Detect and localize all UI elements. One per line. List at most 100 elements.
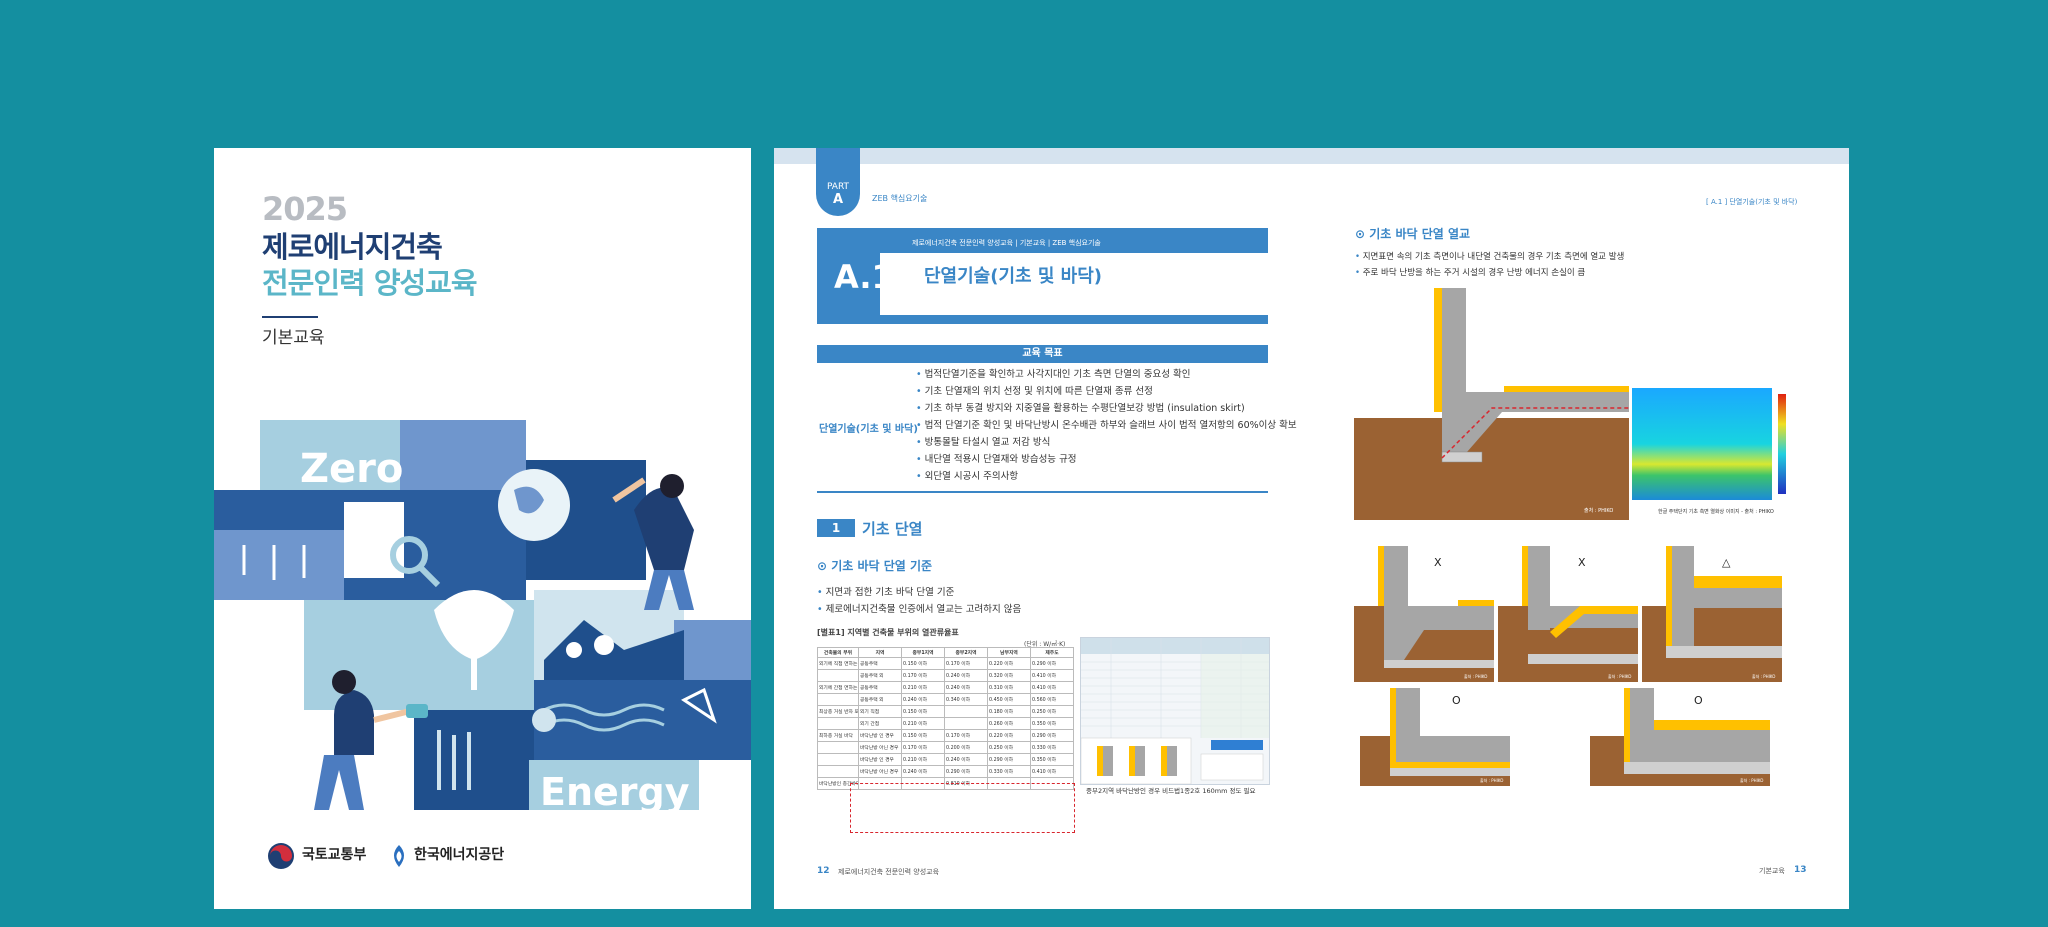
table-cell: 0.350 이하 (1030, 717, 1074, 730)
goal-item: 내단열 적용시 단열재와 방습성능 규정 (916, 451, 1297, 468)
right-section-title: ⊙ 기초 바닥 단열 열교 (1355, 225, 1470, 242)
table-cell: 0.260 이하 (987, 717, 1031, 730)
goal-item: 법적단열기준을 확인하고 사각지대인 기초 측면 단열의 중요성 확인 (916, 366, 1297, 383)
table-row: 바닥난방 인 경우 0.210 이하 0.240 이하 0.290 이하 0.350 이… (817, 753, 1074, 766)
table-cell: 0.450 이하 (987, 693, 1031, 706)
goal-item: 방통몰탈 타설시 열교 저감 방식 (916, 434, 1297, 451)
detail-caption: 출처 : PHIKO (1752, 673, 1775, 679)
rating-2: X (1578, 556, 1586, 569)
table-header-cell: 지역 (858, 647, 902, 658)
cover-subtitle: 기본교육 (262, 328, 325, 348)
table-header-cell: 남부지역 (987, 647, 1031, 658)
table-cell: 바닥난방 인 경우 (858, 729, 902, 742)
table-body: 외기에 직접 면하는 경우공동주택0.150 이하0.170 이하0.220 이… (817, 657, 1074, 790)
table-cell: 바닥난방 인 경우 (858, 753, 902, 766)
table-cell (944, 717, 988, 730)
table-row: 최상층 거실 반자 또는 지붕외기 직접0.150 이하 0.180 이하0.25… (817, 705, 1074, 718)
table-header-cell: 제주도 (1030, 647, 1074, 658)
cover-rule (262, 316, 318, 318)
table-cell: 0.210 이하 (901, 681, 945, 694)
table-cell: 0.330 이하 (987, 765, 1031, 778)
table-cell: 바닥난방 아닌 경우 (858, 741, 902, 754)
table-cell: 0.150 이하 (901, 729, 945, 742)
calculation-sheet (1080, 638, 1269, 785)
table-header-cell: 건축물의 부위 (817, 647, 859, 658)
table-cell: 외기 간접 (858, 717, 902, 730)
table-cell: 0.290 이하 (1030, 657, 1074, 670)
rating-5: O (1694, 694, 1703, 707)
table-row: 최하층 거실 바닥 바닥난방 인 경우 0.150 이하 0.170 이하 0.220 … (817, 729, 1074, 742)
subsection-title-text: 기초 바닥 단열 기준 (831, 559, 933, 573)
rating-4: O (1452, 694, 1461, 707)
detail-caption: 출처 : PHIKO (1480, 777, 1503, 783)
table-cell: 0.210 이하 (901, 717, 945, 730)
detail-caption: 출처 : PHIKO (1464, 673, 1487, 679)
table-cell: 0.240 이하 (901, 693, 945, 706)
table-cell: 공동주택 (858, 681, 902, 694)
kea-logo-icon (394, 845, 404, 867)
goal-divider (817, 491, 1268, 493)
insulation-detail-figures: X 출처 : PHIKO X 출처 : PHIKO △ 출처 : PHIKO O… (1354, 546, 1782, 786)
fig1-caption: 출처 : PHIKO (1584, 507, 1613, 514)
table-cell (817, 717, 859, 730)
cover-page: 2025 제로에너지건축 전문인력 양성교육 기본교육 Zero Energy (214, 148, 751, 909)
table-cell: 0.250 이하 (987, 741, 1031, 754)
right-footer-text: 기본교육 (1759, 867, 1785, 875)
table-header-row: 건축물의 부위 지역 중부1지역 중부2지역 남부지역 제주도 (817, 647, 1074, 658)
target-icon: ⊙ (817, 559, 832, 573)
table-cell (817, 753, 859, 766)
table-cell: 외기에 간접 면하는 경우 (817, 681, 859, 694)
table-cell (817, 741, 859, 754)
chapter-title: 단열기술(기초 및 바닥) (924, 266, 1103, 287)
right-bullets: 지면표면 속의 기초 측면이나 내단열 건축물의 경우 기초 측면에 열교 발생… (1355, 249, 1625, 281)
calculation-screenshot (1080, 637, 1270, 785)
section-number: 1 (817, 519, 855, 537)
table-cell: 최상층 거실 반자 또는 지붕 (817, 705, 859, 718)
goal-header: 교육 목표 (817, 345, 1268, 363)
org-kea: 한국에너지공단 (414, 847, 505, 863)
thermal-image (1632, 388, 1786, 500)
goal-list: 법적단열기준을 확인하고 사각지대인 기초 측면 단열의 중요성 확인 기초 단… (916, 366, 1297, 485)
goal-item: 기초 단열재의 위치 선정 및 위치에 따른 단열재 종류 선정 (916, 383, 1297, 400)
table-cell: 0.170 이하 (901, 741, 945, 754)
table-cell: 0.210 이하 (901, 753, 945, 766)
table-cell: 0.290 이하 (944, 765, 988, 778)
table-row: 공동주택 외 0.240 이하 0.340 이하 0.450 이하 0.560 이하 (817, 693, 1074, 706)
table-cell (944, 705, 988, 718)
table-cell: 바닥난방 아닌 경우 (858, 765, 902, 778)
goal-item: 기초 하부 동결 방지와 지중열을 활용하는 수평단열보강 방법 (insula… (916, 400, 1297, 417)
cover-illustration: Zero Energy (214, 420, 751, 810)
table-cell: 0.290 이하 (987, 753, 1031, 766)
table-row: 외기에 직접 면하는 경우공동주택0.150 이하0.170 이하0.220 이… (817, 657, 1074, 670)
table-caption: [별표1] 지역별 건축물 부위의 열관류율표 (817, 628, 959, 637)
bullet-item: 제로에너지건축물 인증에서 열교는 고려하지 않음 (817, 601, 1022, 618)
table-cell: 외기에 직접 면하는 경우 (817, 657, 859, 670)
table-cell: 0.410 이하 (1030, 669, 1074, 682)
table-cell: 0.330 이하 (1030, 741, 1074, 754)
table-row: 외기 간접 0.210 이하 0.260 이하 0.350 이하 (817, 717, 1074, 730)
goal-item: 외단열 시공시 주의사항 (916, 468, 1297, 485)
table-cell (817, 693, 859, 706)
table-cell: 0.170 이하 (901, 669, 945, 682)
table-cell: 0.250 이하 (1030, 705, 1074, 718)
table-row: 외기에 간접 면하는 경우공동주택0.210 이하0.240 이하0.310 이… (817, 681, 1074, 694)
table-cell: 0.170 이하 (944, 729, 988, 742)
bullet-item: 주로 바닥 난방을 하는 주거 시설의 경우 난방 에너지 손실이 큼 (1355, 265, 1624, 281)
table-cell: 0.340 이하 (944, 693, 988, 706)
table-cell: 0.350 이하 (1030, 753, 1074, 766)
part-tab: PART A (816, 148, 860, 216)
table-cell: 0.170 이하 (944, 657, 988, 670)
table-cell: 0.200 이하 (944, 741, 988, 754)
section-title: 기초 단열 (862, 520, 923, 538)
fig2-caption: 한글 주택단지 기초 측면 열화상 이미지 - 출처 : PHIKO (1658, 509, 1774, 515)
screenshot-caption: 중부2지역 바닥난방인 경우 비드법1종2호 160mm 정도 필요 (1086, 787, 1256, 795)
table-cell: 0.240 이하 (901, 765, 945, 778)
table-cell (817, 765, 859, 778)
cover-art-energy: Energy (540, 770, 690, 810)
right-footer-page: 13 (1794, 865, 1807, 875)
table-cell: 0.240 이하 (944, 681, 988, 694)
table-cell: 0.240 이하 (944, 669, 988, 682)
part-label: PART (826, 182, 850, 192)
table-row: 바닥난방 아닌 경우 0.170 이하 0.200 이하 0.250 이하 0.330 … (817, 741, 1074, 754)
table-row: 공동주택 외 0.170 이하 0.240 이하 0.320 이하 0.410 이하 (817, 669, 1074, 682)
